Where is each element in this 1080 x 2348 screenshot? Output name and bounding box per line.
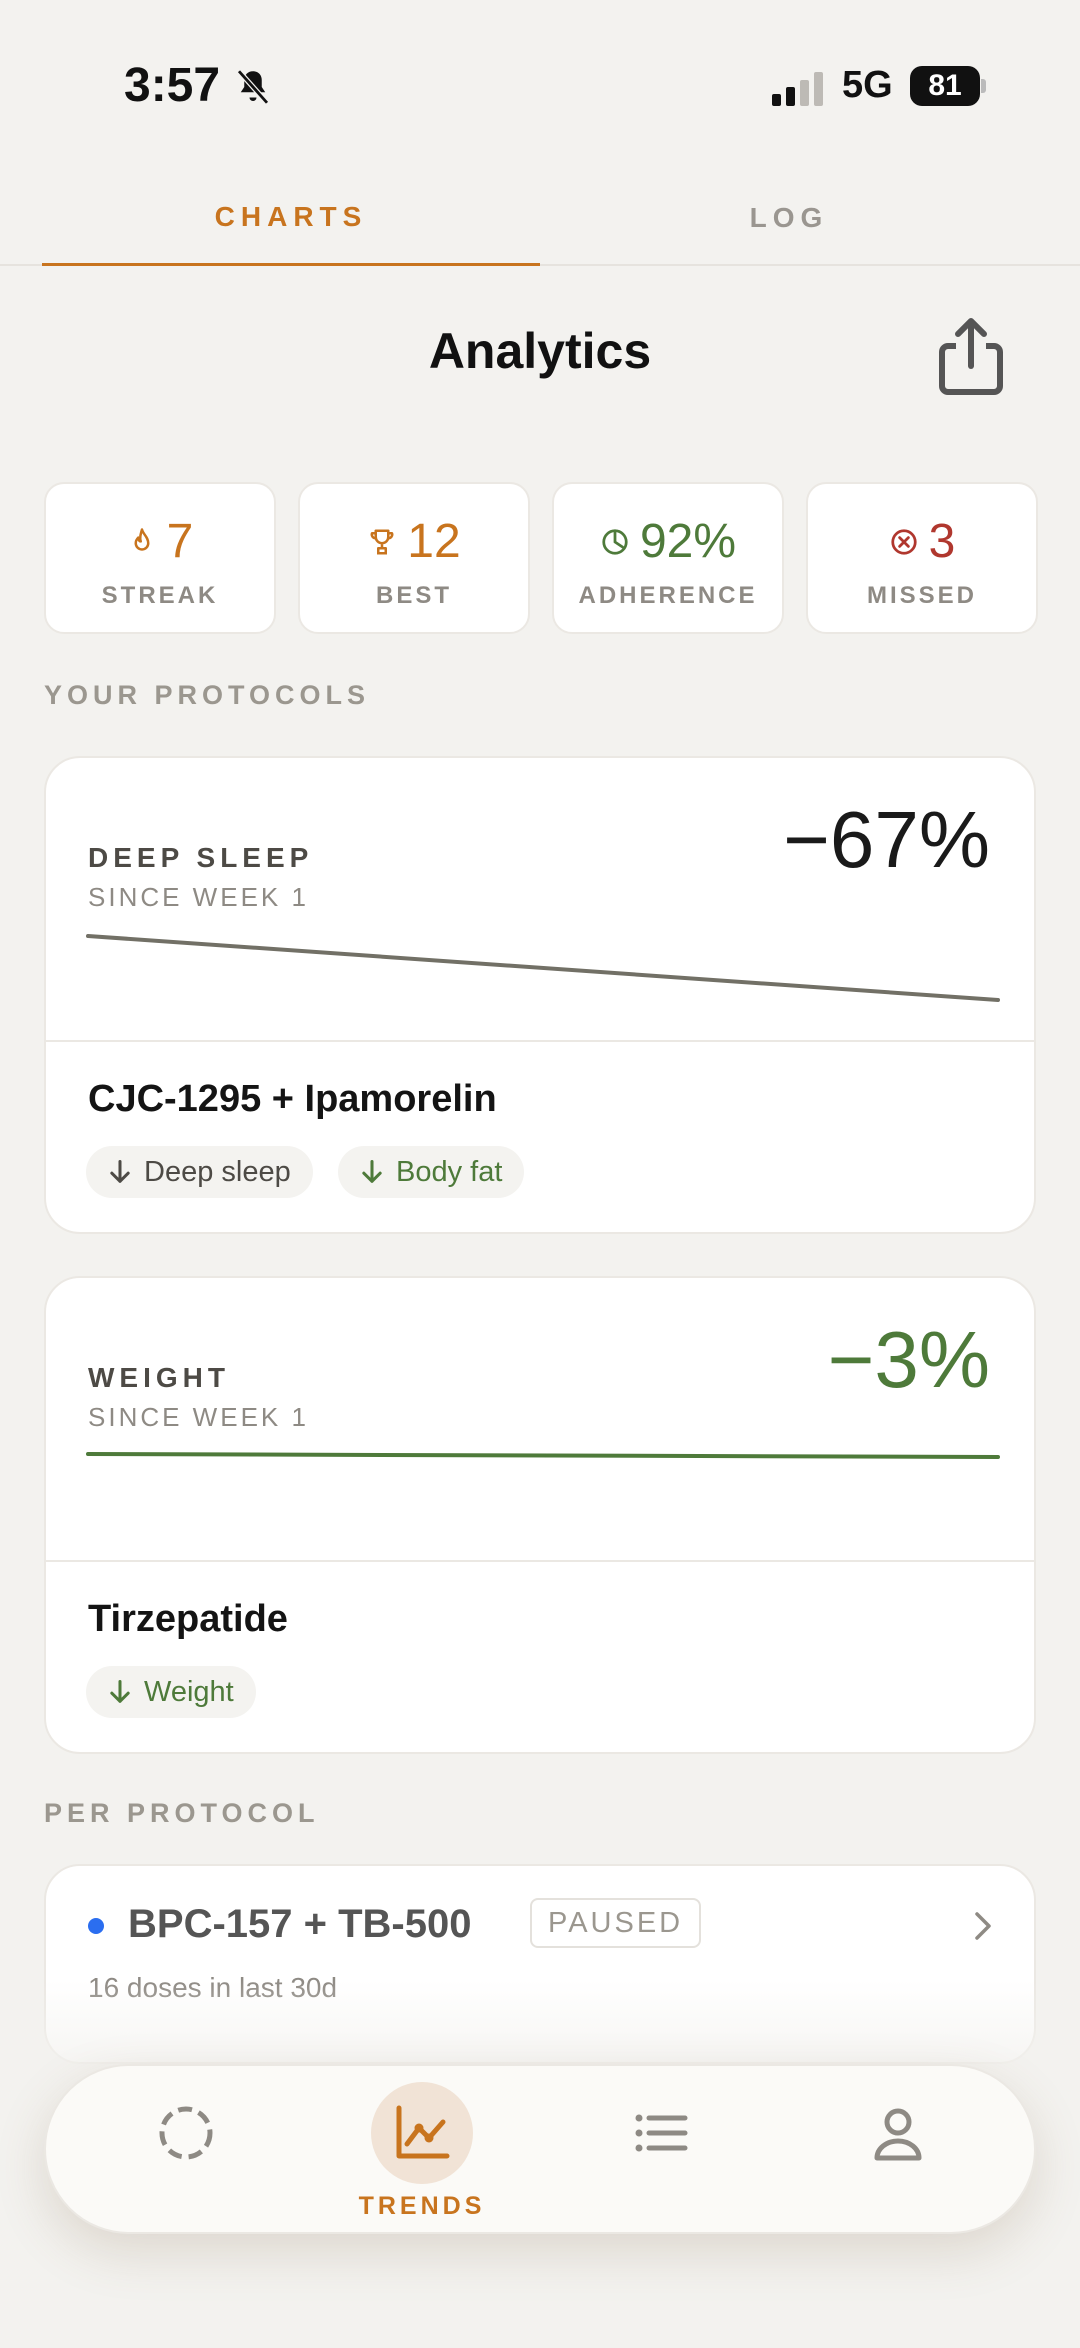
person-icon: [874, 2108, 922, 2161]
per-protocol-name: BPC-157 + TB-500: [128, 1902, 472, 1946]
protocol-name: CJC-1295 + Ipamorelin: [88, 1078, 497, 1120]
page-title: Analytics: [428, 323, 652, 379]
protocol-name: Tirzepatide: [88, 1598, 288, 1640]
stat-value: 3: [928, 515, 956, 568]
arrow-down-icon: [110, 1679, 130, 1703]
tag-label: Deep sleep: [144, 1156, 291, 1188]
battery-icon: 81: [910, 66, 986, 106]
stat-card-streak: 7 STREAK: [44, 482, 276, 634]
chart-line-icon: [396, 2105, 450, 2159]
bell-slash-icon: [237, 69, 269, 105]
tag-label: Weight: [144, 1676, 234, 1708]
share-icon[interactable]: [936, 314, 1006, 398]
metric-since: SINCE WEEK 1: [88, 1402, 309, 1432]
tag-label: Body fat: [396, 1156, 503, 1188]
bottom-nav: TRENDS: [44, 2064, 1036, 2234]
stat-card-adherence: 92% ADHERENCE: [552, 482, 784, 634]
metric-label: DEEP SLEEP: [88, 842, 314, 873]
status-bar: 3:57 5G 81: [0, 0, 1080, 150]
nav-profile[interactable]: [818, 2066, 978, 2236]
trend-line: [86, 934, 1000, 1002]
nav-today[interactable]: [106, 2066, 266, 2236]
tag-deep-sleep: Deep sleep: [86, 1146, 313, 1198]
x-circle-icon: [891, 528, 917, 555]
stat-label: BEST: [375, 582, 452, 609]
tag-body-fat: Body fat: [338, 1146, 525, 1198]
network-label: 5G: [842, 64, 893, 106]
stat-value: 12: [407, 515, 461, 568]
tab-log[interactable]: LOG: [540, 170, 1038, 266]
tag-weight: Weight: [86, 1666, 256, 1718]
flame-icon: [134, 527, 150, 551]
stat-card-missed: 3 MISSED: [806, 482, 1038, 634]
protocol-card-weight[interactable]: WEIGHT SINCE WEEK 1 −3% Tirzepatide Weig…: [44, 1276, 1036, 1754]
battery-level: 81: [910, 66, 980, 106]
signal-icon: [772, 72, 823, 106]
metric-change: −67%: [783, 795, 990, 884]
trend-line: [86, 1452, 1000, 1459]
status-time: 3:57: [124, 59, 221, 112]
tab-bar: CHARTS LOG: [0, 170, 1080, 266]
stat-label: STREAK: [101, 582, 219, 609]
metric-since: SINCE WEEK 1: [88, 882, 309, 912]
stat-label: MISSED: [866, 582, 977, 609]
nav-list[interactable]: [580, 2066, 740, 2236]
protocol-card-deep-sleep[interactable]: DEEP SLEEP SINCE WEEK 1 −67% CJC-1295 + …: [44, 756, 1036, 1234]
status-badge: PAUSED: [530, 1898, 702, 1948]
stat-card-best: 12 BEST: [298, 482, 530, 634]
arrow-down-icon: [362, 1159, 382, 1183]
stat-value: 92%: [639, 515, 737, 568]
section-per-protocol: PER PROTOCOL: [44, 1798, 320, 1828]
dashed-circle-icon: [159, 2106, 213, 2160]
stat-value: 7: [166, 515, 194, 568]
trophy-icon: [370, 529, 394, 554]
metric-change: −3%: [827, 1315, 990, 1404]
chevron-right-icon[interactable]: [968, 1908, 998, 1944]
nav-trends[interactable]: TRENDS: [342, 2066, 502, 2236]
tab-charts[interactable]: CHARTS: [42, 170, 540, 266]
metric-label: WEIGHT: [88, 1362, 230, 1393]
nav-label-trends: TRENDS: [358, 2192, 486, 2220]
arrow-down-icon: [110, 1159, 130, 1183]
pie-icon: [602, 528, 628, 555]
stat-label: ADHERENCE: [578, 582, 758, 609]
list-icon: [635, 2114, 688, 2152]
section-your-protocols: YOUR PROTOCOLS: [44, 680, 371, 710]
status-dot: [88, 1918, 104, 1934]
